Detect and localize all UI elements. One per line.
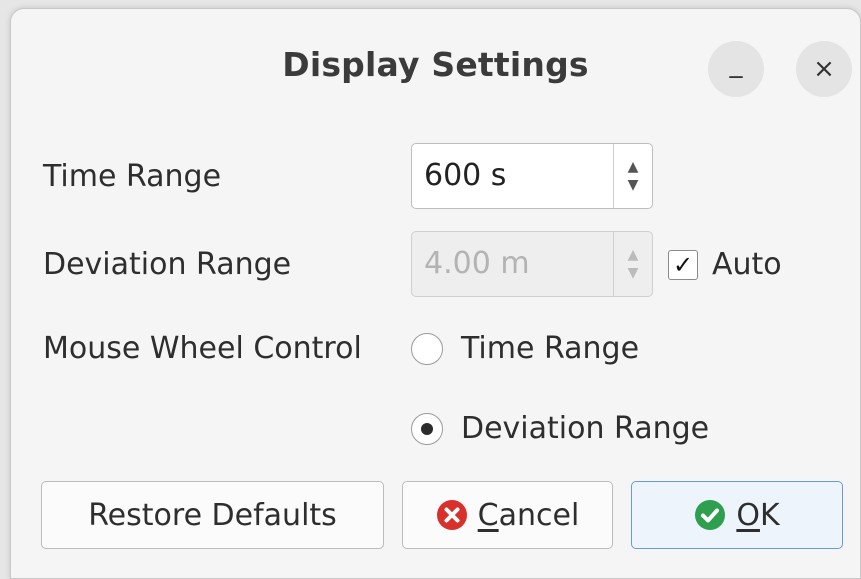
radio-time-range[interactable]: Time Range — [411, 331, 639, 366]
chevron-up-icon[interactable]: ▲ — [628, 160, 639, 174]
auto-checkbox[interactable]: ✓ Auto — [668, 247, 782, 282]
deviation-range-value: 4.00 m — [424, 246, 530, 281]
cancel-button[interactable]: Cancel — [402, 481, 613, 549]
radio-deviation-range-label[interactable]: Deviation Range — [461, 411, 709, 446]
close-icon: × — [813, 54, 835, 84]
deviation-range-label: Deviation Range — [43, 247, 292, 282]
restore-defaults-label: Restore Defaults — [88, 497, 337, 533]
checkmark-icon[interactable]: ✓ — [668, 249, 698, 280]
cancel-label: Cancel — [477, 497, 580, 533]
time-range-spinbox[interactable]: 600 s ▲ ▼ — [411, 143, 653, 209]
title-bar[interactable]: Display Settings _ × — [11, 9, 860, 109]
time-range-label: Time Range — [43, 159, 222, 194]
minimize-icon: _ — [729, 49, 743, 79]
chevron-up-icon: ▲ — [627, 247, 639, 263]
time-range-value[interactable]: 600 s — [424, 158, 506, 193]
deviation-range-stepper: ▲ ▼ — [613, 232, 652, 296]
ok-button[interactable]: OK — [631, 481, 843, 549]
chevron-down-icon[interactable]: ▼ — [628, 178, 639, 192]
mouse-wheel-control-label: Mouse Wheel Control — [43, 331, 362, 366]
radio-unselected-icon[interactable] — [411, 332, 443, 365]
minimize-button[interactable]: _ — [708, 41, 764, 97]
ok-label: OK — [736, 497, 780, 533]
ok-icon — [694, 499, 726, 531]
chevron-down-icon: ▼ — [627, 265, 639, 281]
time-range-stepper[interactable]: ▲ ▼ — [613, 144, 652, 208]
radio-deviation-range[interactable]: Deviation Range — [411, 411, 709, 446]
radio-time-range-label[interactable]: Time Range — [461, 331, 639, 366]
radio-selected-icon[interactable] — [411, 412, 443, 445]
deviation-range-spinbox: 4.00 m ▲ ▼ — [411, 231, 653, 297]
close-button[interactable]: × — [796, 41, 852, 97]
restore-defaults-button[interactable]: Restore Defaults — [41, 481, 384, 549]
display-settings-dialog: Display Settings _ × Time Range 600 s ▲ … — [10, 8, 861, 579]
cancel-icon — [436, 499, 468, 531]
auto-checkbox-label[interactable]: Auto — [712, 247, 782, 282]
